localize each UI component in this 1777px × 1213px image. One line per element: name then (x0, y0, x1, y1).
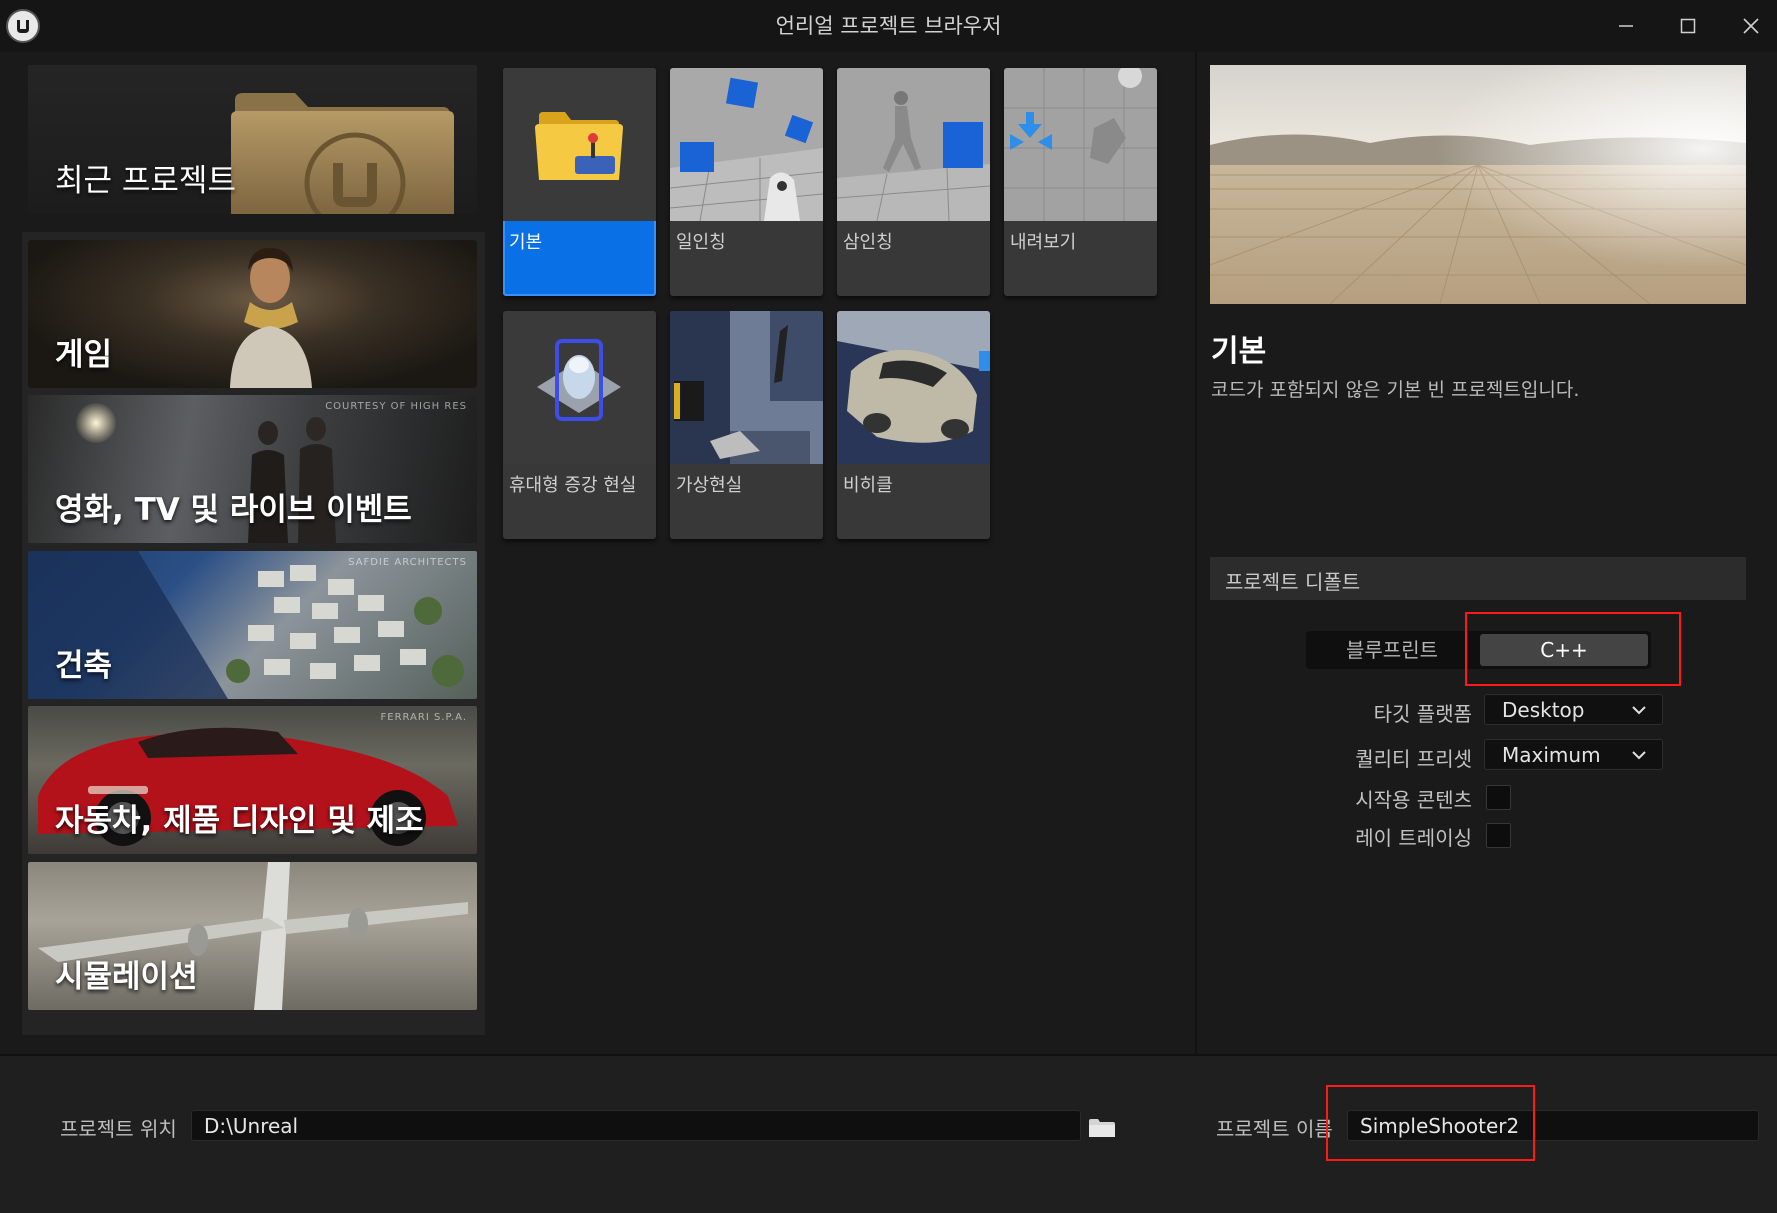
category-simulation[interactable]: 시뮬레이션 (28, 862, 477, 1010)
category-label: 게임 (55, 337, 113, 373)
chevron-down-icon (1632, 706, 1646, 715)
template-preview-image (1210, 65, 1746, 304)
cpp-option-button[interactable]: C++ (1480, 634, 1648, 666)
project-defaults-header: 프로젝트 디폴트 (1210, 557, 1746, 600)
template-tile-third-person[interactable]: 삼인칭 (837, 68, 990, 296)
template-tile-vehicle[interactable]: 비히클 (837, 311, 990, 539)
blueprint-option-button[interactable]: 블루프린트 (1309, 634, 1475, 666)
maximize-button[interactable] (1657, 0, 1719, 52)
quality-preset-label: 퀄리티 프리셋 (1355, 747, 1472, 771)
template-tile-handheld-ar[interactable]: 휴대형 증강 현실 (503, 311, 656, 539)
unreal-engine-logo-icon (6, 9, 40, 43)
category-label: 자동차, 제품 디자인 및 제조 (55, 803, 424, 839)
category-architecture[interactable]: SAFDIE ARCHITECTS 건축 (28, 551, 477, 699)
target-platform-value: Desktop (1502, 698, 1585, 722)
vehicle-thumbnail (837, 311, 990, 464)
window-title: 언리얼 프로젝트 브라우저 (775, 14, 1002, 38)
virtual-reality-thumbnail (670, 311, 823, 464)
panel-divider (1195, 52, 1197, 1054)
category-label: 시뮬레이션 (55, 959, 198, 995)
template-label: 가상현실 (676, 475, 743, 496)
browse-folder-icon[interactable] (1087, 1117, 1117, 1139)
project-name-input[interactable]: SimpleShooter2 (1347, 1110, 1759, 1141)
template-label: 비히클 (843, 475, 893, 496)
template-tile-blank[interactable]: 기본 (503, 68, 656, 296)
category-film-tv-live-events[interactable]: COURTESY OF HIGH RES 영화, TV 및 라이브 이벤트 (28, 395, 477, 543)
template-tile-virtual-reality[interactable]: 가상현실 (670, 311, 823, 539)
third-person-thumbnail (837, 68, 990, 221)
close-icon (1743, 18, 1759, 34)
close-button[interactable] (1720, 0, 1777, 52)
project-location-input[interactable]: D:\Unreal (191, 1110, 1081, 1141)
maximize-icon (1680, 18, 1696, 34)
project-name-label: 프로젝트 이름 (1216, 1117, 1333, 1141)
handheld-ar-thumbnail (503, 311, 656, 464)
template-label: 삼인칭 (843, 232, 893, 253)
raytracing-label: 레이 트레이싱 (1355, 826, 1472, 850)
top-down-thumbnail (1004, 68, 1157, 221)
blank-folder-icon (503, 68, 656, 221)
template-label: 내려보기 (1010, 232, 1077, 253)
image-credit: FERRARI S.P.A. (380, 712, 467, 723)
recent-projects-button[interactable]: 최근 프로젝트 (28, 65, 477, 214)
template-detail-description: 코드가 포함되지 않은 기본 빈 프로젝트입니다. (1211, 379, 1580, 401)
chevron-down-icon (1632, 751, 1646, 760)
image-credit: COURTESY OF HIGH RES (325, 401, 467, 412)
minimize-button[interactable] (1595, 0, 1657, 52)
quality-preset-dropdown[interactable]: Maximum (1484, 739, 1663, 770)
raytracing-checkbox[interactable] (1486, 823, 1511, 848)
template-detail-title: 기본 (1211, 334, 1267, 369)
project-location-label: 프로젝트 위치 (60, 1117, 177, 1141)
target-platform-dropdown[interactable]: Desktop (1484, 694, 1663, 725)
starter-content-checkbox[interactable] (1486, 785, 1511, 810)
template-label: 기본 (509, 232, 543, 253)
minimize-icon (1619, 25, 1633, 27)
recent-projects-label: 최근 프로젝트 (55, 163, 236, 199)
template-tile-first-person[interactable]: 일인칭 (670, 68, 823, 296)
category-label: 건축 (55, 648, 113, 684)
template-tile-top-down[interactable]: 내려보기 (1004, 68, 1157, 296)
light-flare-image (76, 403, 116, 443)
category-automotive-product-design[interactable]: FERRARI S.P.A. 자동차, 제품 디자인 및 제조 (28, 706, 477, 854)
title-bar: 언리얼 프로젝트 브라우저 (0, 0, 1777, 52)
template-label: 일인칭 (676, 232, 726, 253)
project-name-value: SimpleShooter2 (1360, 1114, 1520, 1138)
character-portrait-image (230, 248, 312, 388)
category-games[interactable]: 게임 (28, 240, 477, 388)
language-toggle: 블루프린트 C++ (1306, 631, 1651, 669)
folder-icon (231, 93, 454, 214)
first-person-thumbnail (670, 68, 823, 221)
quality-preset-value: Maximum (1502, 743, 1601, 767)
starter-content-label: 시작용 콘텐츠 (1355, 788, 1472, 812)
template-label: 휴대형 증강 현실 (509, 475, 637, 496)
target-platform-label: 타깃 플랫폼 (1373, 702, 1472, 726)
image-credit: SAFDIE ARCHITECTS (348, 557, 467, 568)
project-location-value: D:\Unreal (204, 1114, 299, 1138)
category-label: 영화, TV 및 라이브 이벤트 (55, 492, 412, 528)
project-defaults-title: 프로젝트 디폴트 (1225, 570, 1361, 594)
